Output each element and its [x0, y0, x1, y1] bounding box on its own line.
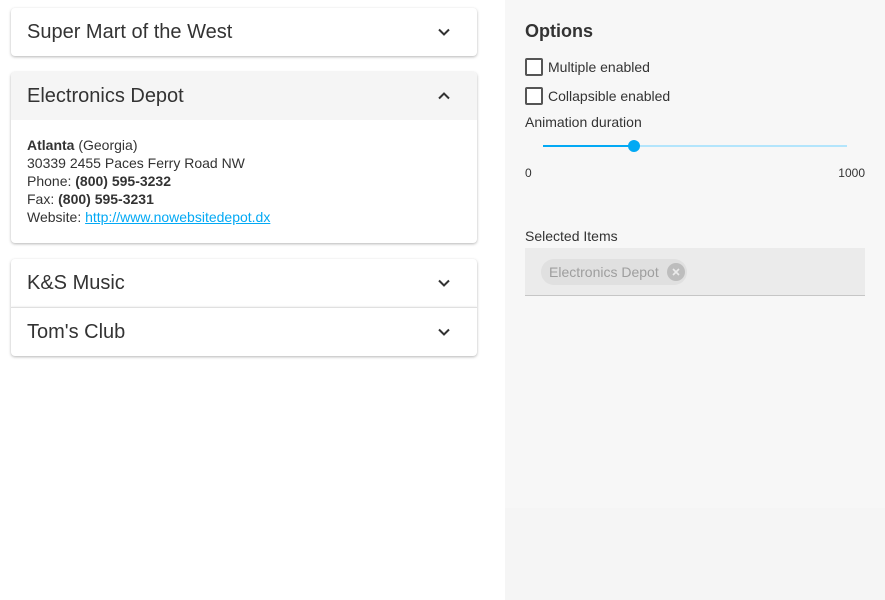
- tag-label: Electronics Depot: [549, 263, 659, 280]
- fax-line: Fax: (800) 595-3231: [27, 190, 461, 208]
- multiple-enabled-checkbox[interactable]: Multiple enabled: [525, 52, 865, 81]
- accordion-title: Electronics Depot: [27, 84, 184, 107]
- website-link[interactable]: http://www.nowebsitedepot.dx: [85, 209, 270, 225]
- accordion-group: K&S Music Tom's Club: [11, 259, 477, 356]
- accordion-header-electronics-depot[interactable]: Electronics Depot: [11, 72, 477, 120]
- accordion-item-ks-music: K&S Music: [11, 259, 477, 307]
- slider-fill: [543, 145, 635, 147]
- phone-line: Phone: (800) 595-3232: [27, 172, 461, 190]
- accordion-title: Super Mart of the West: [27, 20, 233, 43]
- options-title: Options: [525, 21, 593, 41]
- accordion-header-ks-music[interactable]: K&S Music: [11, 259, 477, 307]
- selected-items-tagbox[interactable]: Electronics Depot: [525, 248, 865, 296]
- animation-duration-slider[interactable]: [525, 132, 865, 172]
- checkbox-label: Multiple enabled: [548, 58, 650, 75]
- accordion-item-toms-club: Tom's Club: [11, 307, 477, 356]
- checkbox-label: Collapsible enabled: [548, 87, 671, 104]
- accordion: Super Mart of the West Electronics Depot…: [11, 8, 477, 356]
- accordion-header-toms-club[interactable]: Tom's Club: [11, 308, 477, 356]
- close-circle-icon[interactable]: [666, 262, 685, 281]
- slider-handle[interactable]: [628, 140, 641, 152]
- checkbox-box[interactable]: [525, 57, 543, 76]
- accordion-title: K&S Music: [27, 271, 125, 294]
- location-line: Atlanta (Georgia): [27, 136, 461, 154]
- selected-items-label: Selected Items: [525, 228, 618, 244]
- chevron-down-icon: [435, 323, 453, 341]
- phone-number: (800) 595-3232: [75, 173, 172, 189]
- city: Atlanta: [27, 137, 75, 153]
- options-panel: Options Multiple enabled Collapsible ena…: [505, 0, 885, 508]
- animation-duration-label: Animation duration: [525, 114, 642, 130]
- accordion-content: Atlanta (Georgia) 30339 2455 Paces Ferry…: [11, 120, 477, 243]
- options-panel-footer: [505, 508, 885, 600]
- phone-label: Phone:: [27, 173, 72, 189]
- selected-tag: Electronics Depot: [541, 258, 687, 285]
- fax-number: (800) 595-3231: [58, 191, 154, 207]
- collapsible-enabled-checkbox[interactable]: Collapsible enabled: [525, 81, 865, 110]
- website-line: Website: http://www.nowebsitedepot.dx: [27, 208, 461, 226]
- accordion-header-super-mart[interactable]: Super Mart of the West: [11, 8, 477, 56]
- state: (Georgia): [78, 137, 138, 153]
- chevron-down-icon: [435, 23, 453, 41]
- chevron-up-icon: [435, 87, 453, 105]
- accordion-item-super-mart: Super Mart of the West: [11, 8, 477, 56]
- website-label: Website:: [27, 209, 82, 225]
- accordion-title: Tom's Club: [27, 320, 126, 343]
- chevron-down-icon: [435, 274, 453, 292]
- address: 30339 2455 Paces Ferry Road NW: [27, 155, 245, 171]
- checkbox-box[interactable]: [525, 86, 543, 105]
- fax-label: Fax:: [27, 191, 55, 207]
- accordion-item-electronics-depot: Electronics Depot Atlanta (Georgia) 3033…: [11, 72, 477, 243]
